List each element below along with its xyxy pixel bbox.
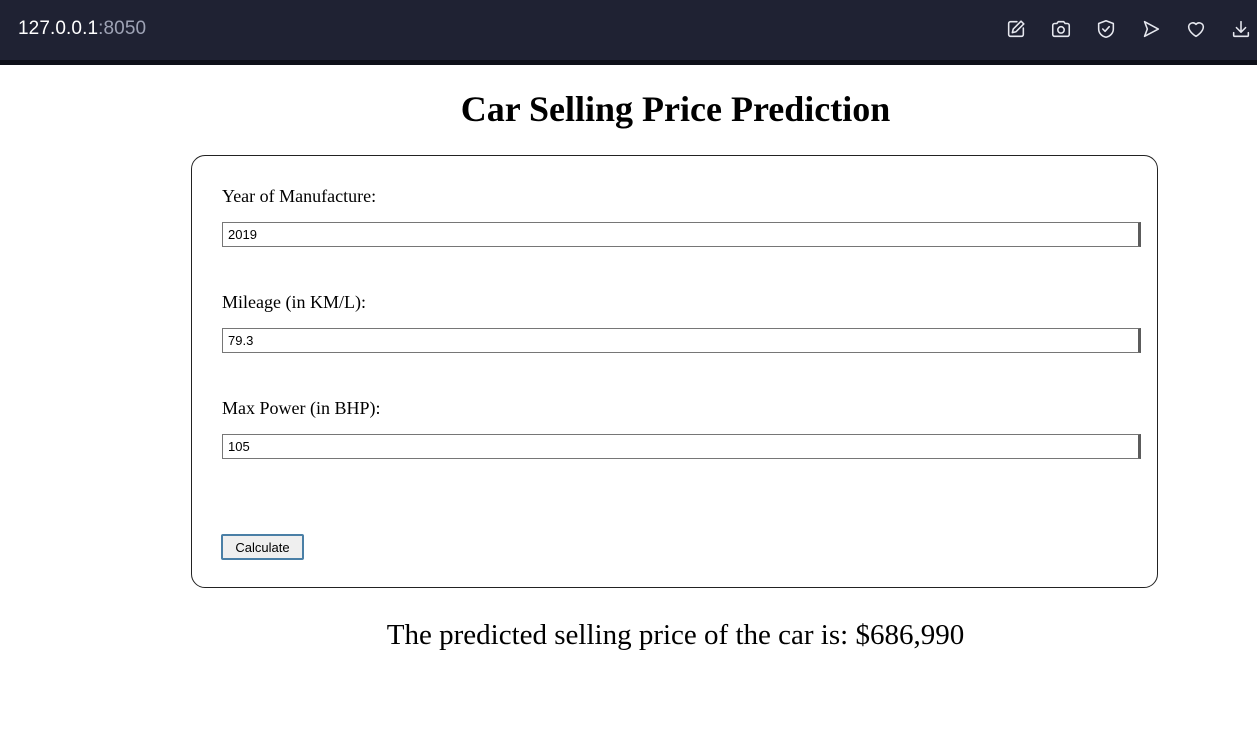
power-input[interactable]	[222, 434, 1141, 459]
camera-icon[interactable]	[1049, 17, 1073, 41]
download-icon[interactable]	[1229, 17, 1253, 41]
page-title: Car Selling Price Prediction	[460, 89, 891, 129]
browser-toolbar: 127.0.0.1:8050	[0, 0, 1257, 65]
calculate-button[interactable]: Calculate	[221, 534, 304, 560]
prediction-form: Year of Manufacture: Mileage (in KM/L): …	[191, 155, 1158, 588]
shield-check-icon[interactable]	[1094, 17, 1118, 41]
prediction-result: The predicted selling price of the car i…	[386, 619, 965, 651]
browser-actions	[0, 17, 1257, 43]
year-input[interactable]	[222, 222, 1141, 247]
edit-icon[interactable]	[1004, 17, 1028, 41]
mileage-label: Mileage (in KM/L):	[222, 292, 366, 312]
power-label: Max Power (in BHP):	[222, 398, 381, 418]
mileage-input[interactable]	[222, 328, 1141, 353]
heart-icon[interactable]	[1184, 17, 1208, 41]
year-label: Year of Manufacture:	[222, 186, 377, 206]
send-icon[interactable]	[1139, 17, 1163, 41]
